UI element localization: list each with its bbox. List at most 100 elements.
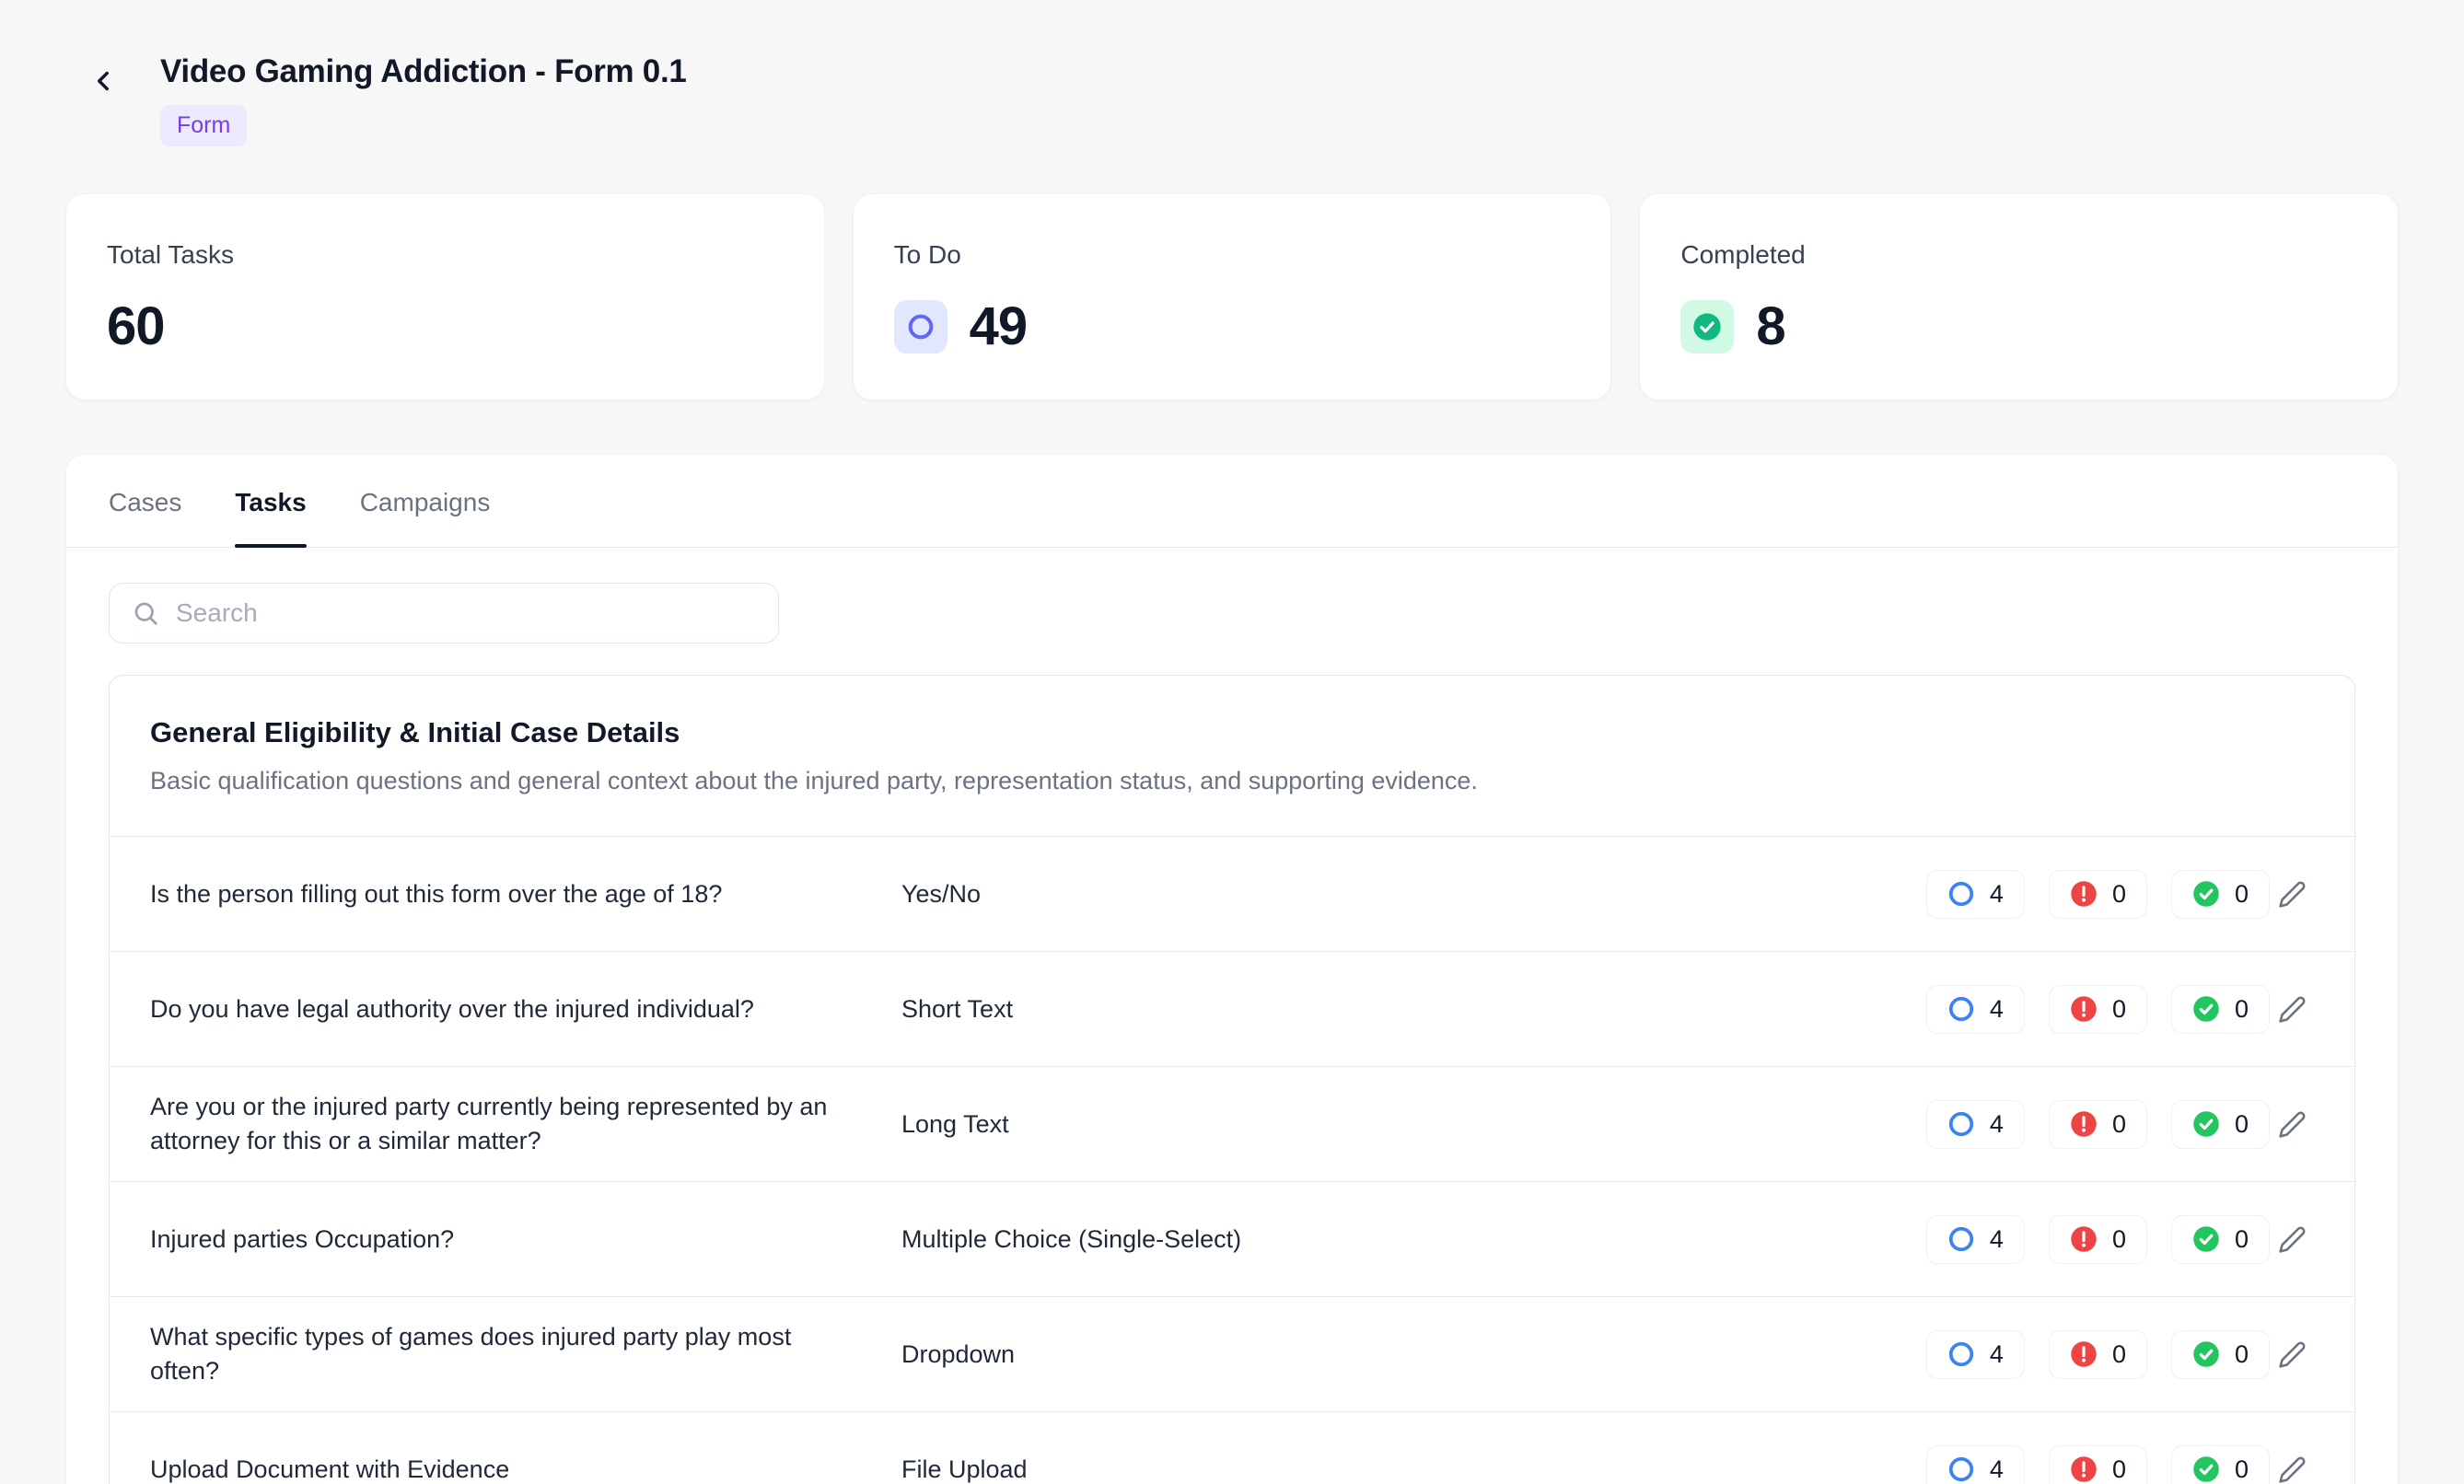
error-count: 0 <box>2049 1100 2147 1149</box>
count-value: 4 <box>1990 995 2004 1024</box>
task-counts: 4 0 0 <box>1926 1445 2270 1484</box>
exclamation-circle-icon <box>2070 880 2098 908</box>
count-value: 0 <box>2235 1455 2249 1484</box>
done-count: 0 <box>2171 1100 2270 1149</box>
count-value: 0 <box>2235 880 2249 909</box>
task-counts: 4 0 0 <box>1926 1330 2270 1379</box>
count-value: 4 <box>1990 1110 2004 1139</box>
tab-tasks[interactable]: Tasks <box>235 455 306 547</box>
todo-count: 4 <box>1926 870 2025 919</box>
error-count: 0 <box>2049 1445 2147 1484</box>
back-button[interactable] <box>81 59 125 103</box>
todo-circle-icon <box>894 300 947 354</box>
stat-card-todo: To Do 49 <box>854 194 1611 400</box>
circle-outline-icon <box>1947 1225 1975 1253</box>
count-value: 4 <box>1990 1225 2004 1254</box>
todo-count: 4 <box>1926 1215 2025 1264</box>
main-card: Cases Tasks Campaigns General Eligibilit… <box>66 455 2398 1484</box>
title-block: Video Gaming Addiction - Form 0.1 Form <box>160 53 687 146</box>
table-row: Do you have legal authority over the inj… <box>110 951 2354 1066</box>
pencil-icon <box>2278 880 2307 909</box>
edit-button[interactable] <box>2270 1217 2314 1261</box>
task-question: Injured parties Occupation? <box>150 1223 901 1257</box>
task-type: File Upload <box>901 1455 1926 1484</box>
count-value: 0 <box>2112 1340 2126 1369</box>
circle-outline-icon <box>1947 1110 1975 1138</box>
todo-count: 4 <box>1926 1445 2025 1484</box>
edit-button[interactable] <box>2270 1102 2314 1146</box>
exclamation-circle-icon <box>2070 1110 2098 1138</box>
task-type: Short Text <box>901 995 1926 1024</box>
exclamation-circle-icon <box>2070 1225 2098 1253</box>
edit-button[interactable] <box>2270 872 2314 916</box>
form-type-badge: Form <box>160 105 247 146</box>
done-count: 0 <box>2171 985 2270 1034</box>
stat-card-total-tasks: Total Tasks 60 <box>66 194 824 400</box>
check-circle-icon <box>2192 1110 2220 1138</box>
section-description: Basic qualification questions and genera… <box>150 764 2314 797</box>
count-value: 0 <box>2112 995 2126 1024</box>
count-value: 4 <box>1990 1340 2004 1369</box>
pencil-icon <box>2278 995 2307 1024</box>
task-question: Is the person filling out this form over… <box>150 877 901 911</box>
check-circle-icon <box>2192 880 2220 908</box>
task-type: Yes/No <box>901 880 1926 909</box>
stats-row: Total Tasks 60 To Do 49 Completed 8 <box>66 194 2398 400</box>
task-type: Multiple Choice (Single-Select) <box>901 1225 1926 1254</box>
task-counts: 4 0 0 <box>1926 985 2270 1034</box>
search-icon <box>132 599 159 627</box>
edit-button[interactable] <box>2270 987 2314 1031</box>
pencil-icon <box>2278 1455 2307 1484</box>
tab-campaigns[interactable]: Campaigns <box>360 455 491 547</box>
stat-value: 49 <box>970 296 1028 357</box>
task-type: Dropdown <box>901 1340 1926 1369</box>
search-box[interactable] <box>109 583 779 643</box>
stat-card-completed: Completed 8 <box>1640 194 2398 400</box>
task-question: Are you or the injured party currently b… <box>150 1090 901 1159</box>
search-input[interactable] <box>176 598 756 628</box>
done-count: 0 <box>2171 1445 2270 1484</box>
circle-outline-icon <box>1947 1455 1975 1483</box>
task-counts: 4 0 0 <box>1926 1215 2270 1264</box>
count-value: 0 <box>2235 1110 2249 1139</box>
tab-cases[interactable]: Cases <box>109 455 181 547</box>
count-value: 4 <box>1990 880 2004 909</box>
table-row: Is the person filling out this form over… <box>110 836 2354 951</box>
exclamation-circle-icon <box>2070 1340 2098 1368</box>
task-question: Upload Document with Evidence <box>150 1453 901 1484</box>
check-circle-icon <box>2192 1340 2220 1368</box>
todo-count: 4 <box>1926 985 2025 1034</box>
check-circle-icon <box>2192 995 2220 1023</box>
error-count: 0 <box>2049 1330 2147 1379</box>
count-value: 0 <box>2235 1225 2249 1254</box>
task-type: Long Text <box>901 1110 1926 1139</box>
table-row: Injured parties Occupation? Multiple Cho… <box>110 1181 2354 1296</box>
tabs-row: Cases Tasks Campaigns <box>66 455 2398 548</box>
count-value: 0 <box>2112 880 2126 909</box>
todo-count: 4 <box>1926 1330 2025 1379</box>
error-count: 0 <box>2049 985 2147 1034</box>
circle-outline-icon <box>1947 995 1975 1023</box>
done-count: 0 <box>2171 1330 2270 1379</box>
todo-count: 4 <box>1926 1100 2025 1149</box>
error-count: 0 <box>2049 1215 2147 1264</box>
table-row: Upload Document with Evidence File Uploa… <box>110 1411 2354 1484</box>
exclamation-circle-icon <box>2070 995 2098 1023</box>
search-wrap <box>66 548 2398 643</box>
error-count: 0 <box>2049 870 2147 919</box>
circle-outline-icon <box>1947 1340 1975 1368</box>
count-value: 0 <box>2235 1340 2249 1369</box>
circle-outline-icon <box>1947 880 1975 908</box>
done-count: 0 <box>2171 870 2270 919</box>
section-title: General Eligibility & Initial Case Detai… <box>150 716 2314 749</box>
edit-button[interactable] <box>2270 1332 2314 1376</box>
check-circle-icon <box>2192 1455 2220 1483</box>
task-question: Do you have legal authority over the inj… <box>150 992 901 1026</box>
pencil-icon <box>2278 1225 2307 1254</box>
stat-value: 8 <box>1756 296 1784 357</box>
task-counts: 4 0 0 <box>1926 870 2270 919</box>
page-title: Video Gaming Addiction - Form 0.1 <box>160 53 687 90</box>
edit-button[interactable] <box>2270 1447 2314 1484</box>
stat-label: To Do <box>894 240 1571 270</box>
task-question: What specific types of games does injure… <box>150 1320 901 1389</box>
